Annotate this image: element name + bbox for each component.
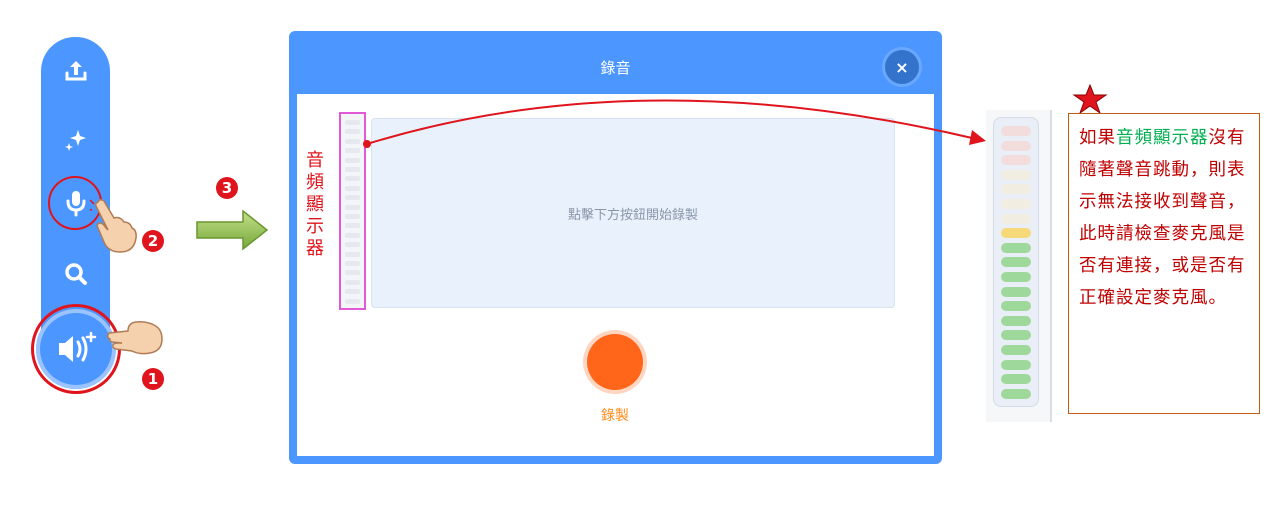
meter-segment — [1001, 213, 1031, 224]
meter-segment — [1001, 301, 1031, 312]
meter-segment — [1001, 345, 1031, 355]
meter-segment — [1001, 272, 1031, 282]
meter-segment — [1001, 374, 1031, 385]
meter-segment — [1001, 228, 1031, 239]
note-highlight: 音頻顯示器 — [1116, 128, 1209, 148]
audio-level-meter-large — [993, 117, 1039, 407]
note-prefix: 如果 — [1079, 128, 1116, 148]
meter-segment — [1001, 388, 1031, 399]
star-icon — [1072, 84, 1108, 114]
meter-segment — [1001, 330, 1031, 341]
meter-segment — [1001, 199, 1031, 209]
meter-segment — [1001, 140, 1031, 151]
explanation-note: 如果音頻顯示器沒有隨著聲音跳動，則表示無法接收到聲音，此時請檢查麥克風是否有連接… — [1068, 113, 1260, 414]
meter-segment — [1001, 286, 1031, 297]
meter-segment — [1001, 184, 1031, 195]
meter-segment — [1001, 155, 1031, 166]
meter-segment — [1001, 257, 1031, 268]
meter-segment — [1001, 242, 1031, 253]
meter-segment — [1001, 126, 1031, 136]
meter-segment — [1001, 169, 1031, 180]
meter-segment — [1001, 359, 1031, 370]
note-body: 沒有隨著聲音跳動，則表示無法接收到聲音，此時請檢查麥克風是否有連接，或是否有正確… — [1079, 128, 1246, 308]
meter-segment — [1001, 315, 1031, 326]
